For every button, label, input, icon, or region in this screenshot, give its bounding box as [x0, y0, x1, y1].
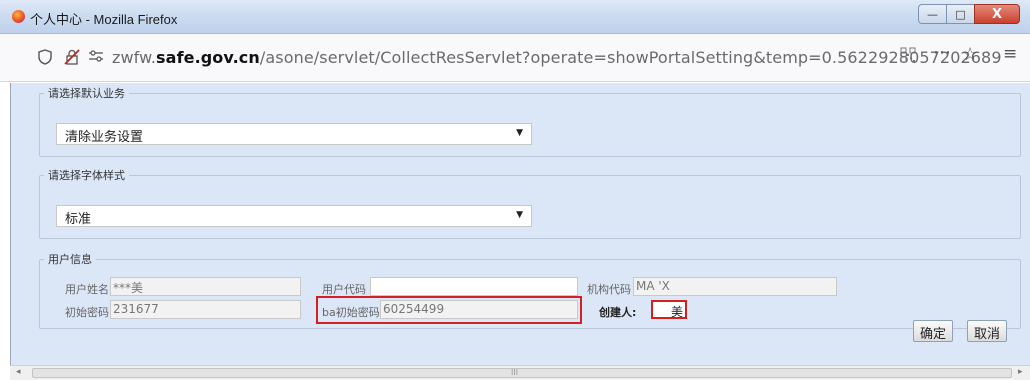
- scroll-left-icon[interactable]: ◂: [16, 367, 21, 377]
- url-path: /asone/servlet/CollectResServlet?operate…: [259, 48, 1002, 67]
- firefox-logo-icon: [12, 10, 25, 23]
- scrollbar-grip: III: [511, 368, 519, 377]
- init-password-field[interactable]: 231677: [110, 300, 301, 319]
- scroll-right-icon[interactable]: ▸: [1018, 367, 1023, 377]
- init-password-label: 初始密码: [65, 306, 109, 319]
- confirm-button[interactable]: 确定: [913, 320, 954, 342]
- close-button[interactable]: X: [974, 4, 1020, 24]
- horizontal-scrollbar[interactable]: ◂ III ▸: [10, 365, 1030, 380]
- lock-warning-icon[interactable]: [64, 49, 80, 69]
- default-business-legend: 请选择默认业务: [48, 87, 125, 100]
- user-name-field[interactable]: ***美: [110, 277, 301, 296]
- maximize-button[interactable]: □: [946, 4, 974, 24]
- window-controls: — □ X: [918, 4, 1020, 26]
- shield-icon[interactable]: [38, 49, 52, 69]
- user-info-legend: 用户信息: [48, 253, 92, 266]
- permissions-icon[interactable]: [88, 49, 104, 67]
- qr-code-icon[interactable]: [900, 47, 916, 67]
- font-style-selected: 标准: [65, 212, 92, 227]
- font-style-group: 请选择字体样式 标准 ▼: [39, 167, 1021, 239]
- default-business-selected: 清除业务设置: [65, 130, 144, 145]
- menu-icon[interactable]: ≡: [1003, 44, 1017, 64]
- user-code-field[interactable]: [370, 277, 578, 296]
- font-style-select[interactable]: 标准 ▼: [56, 205, 532, 227]
- user-code-label: 用户代码: [322, 283, 366, 296]
- window-title: 个人中心 - Mozilla Firefox: [30, 12, 178, 27]
- org-code-label: 机构代码: [587, 283, 631, 296]
- default-business-group: 请选择默认业务 清除业务设置 ▼: [39, 85, 1021, 157]
- dropdown-arrow-icon: ▼: [516, 128, 523, 138]
- creator-field[interactable]: 美: [651, 300, 687, 319]
- highlight-box: [316, 296, 582, 324]
- url-bar[interactable]: zwfw.safe.gov.cn/asone/servlet/CollectRe…: [0, 34, 1030, 82]
- creator-label: 创建人:: [599, 306, 637, 319]
- user-name-label: 用户姓名: [65, 283, 109, 296]
- window-titlebar[interactable]: 个人中心 - Mozilla Firefox — □ X: [0, 0, 1030, 34]
- org-code-field[interactable]: MA 'X: [633, 277, 837, 296]
- url-prefix: zwfw.: [112, 48, 157, 67]
- portal-settings-page: 请选择默认业务 清除业务设置 ▼ 请选择字体样式 标准 ▼ 用户信息 用户姓名 …: [10, 83, 1030, 365]
- dropdown-arrow-icon: ▼: [516, 210, 523, 220]
- scrollbar-thumb[interactable]: III: [32, 368, 1012, 378]
- minimize-button[interactable]: —: [918, 4, 946, 24]
- bookmark-star-icon[interactable]: ☆: [962, 44, 978, 65]
- more-icon[interactable]: ⋯: [933, 42, 951, 63]
- url-text[interactable]: zwfw.safe.gov.cn/asone/servlet/CollectRe…: [112, 48, 1002, 67]
- cancel-button[interactable]: 取消: [967, 320, 1008, 342]
- url-domain: safe.gov.cn: [156, 48, 260, 67]
- font-style-legend: 请选择字体样式: [48, 169, 125, 182]
- default-business-select[interactable]: 清除业务设置 ▼: [56, 123, 532, 145]
